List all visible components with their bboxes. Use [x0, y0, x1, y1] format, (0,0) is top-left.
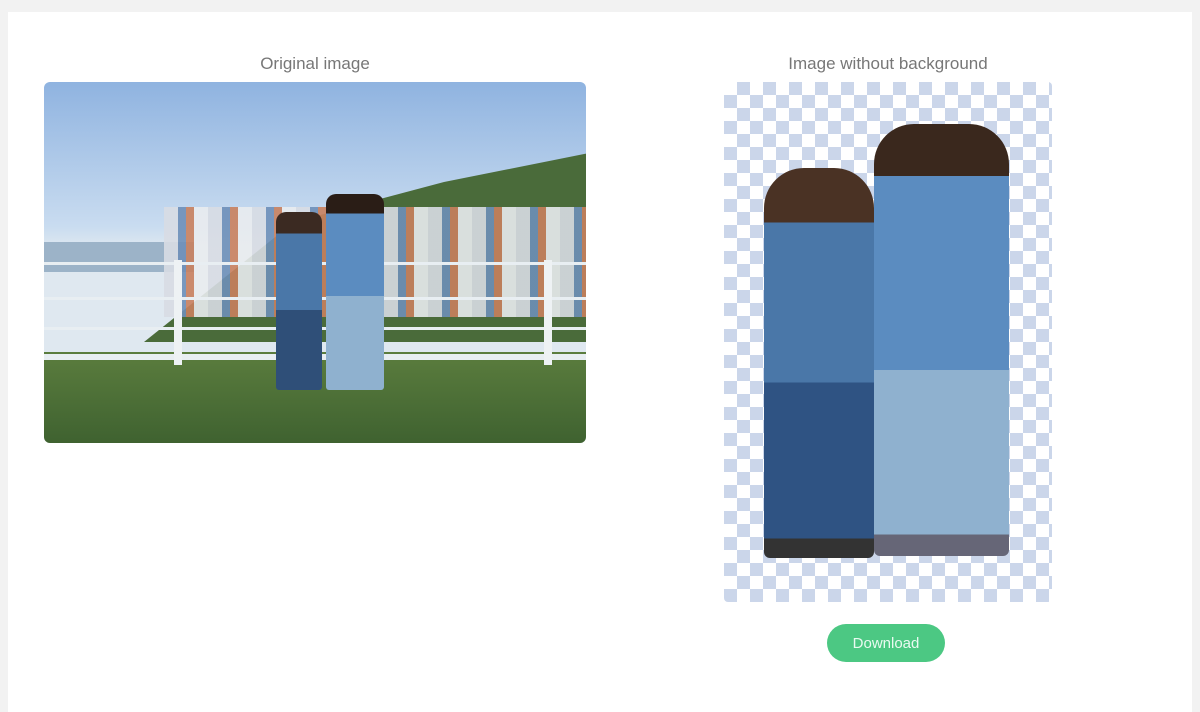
- railing-post: [544, 260, 552, 365]
- original-image: [44, 82, 586, 443]
- result-image: [724, 82, 1052, 602]
- person-woman: [276, 212, 322, 390]
- original-image-title: Original image: [260, 54, 370, 73]
- person-woman: [764, 168, 874, 558]
- download-button[interactable]: Download: [827, 624, 945, 662]
- railing-post: [174, 260, 182, 365]
- result-image-title: Image without background: [788, 54, 988, 73]
- person-man: [874, 124, 1009, 556]
- person-man: [326, 194, 384, 390]
